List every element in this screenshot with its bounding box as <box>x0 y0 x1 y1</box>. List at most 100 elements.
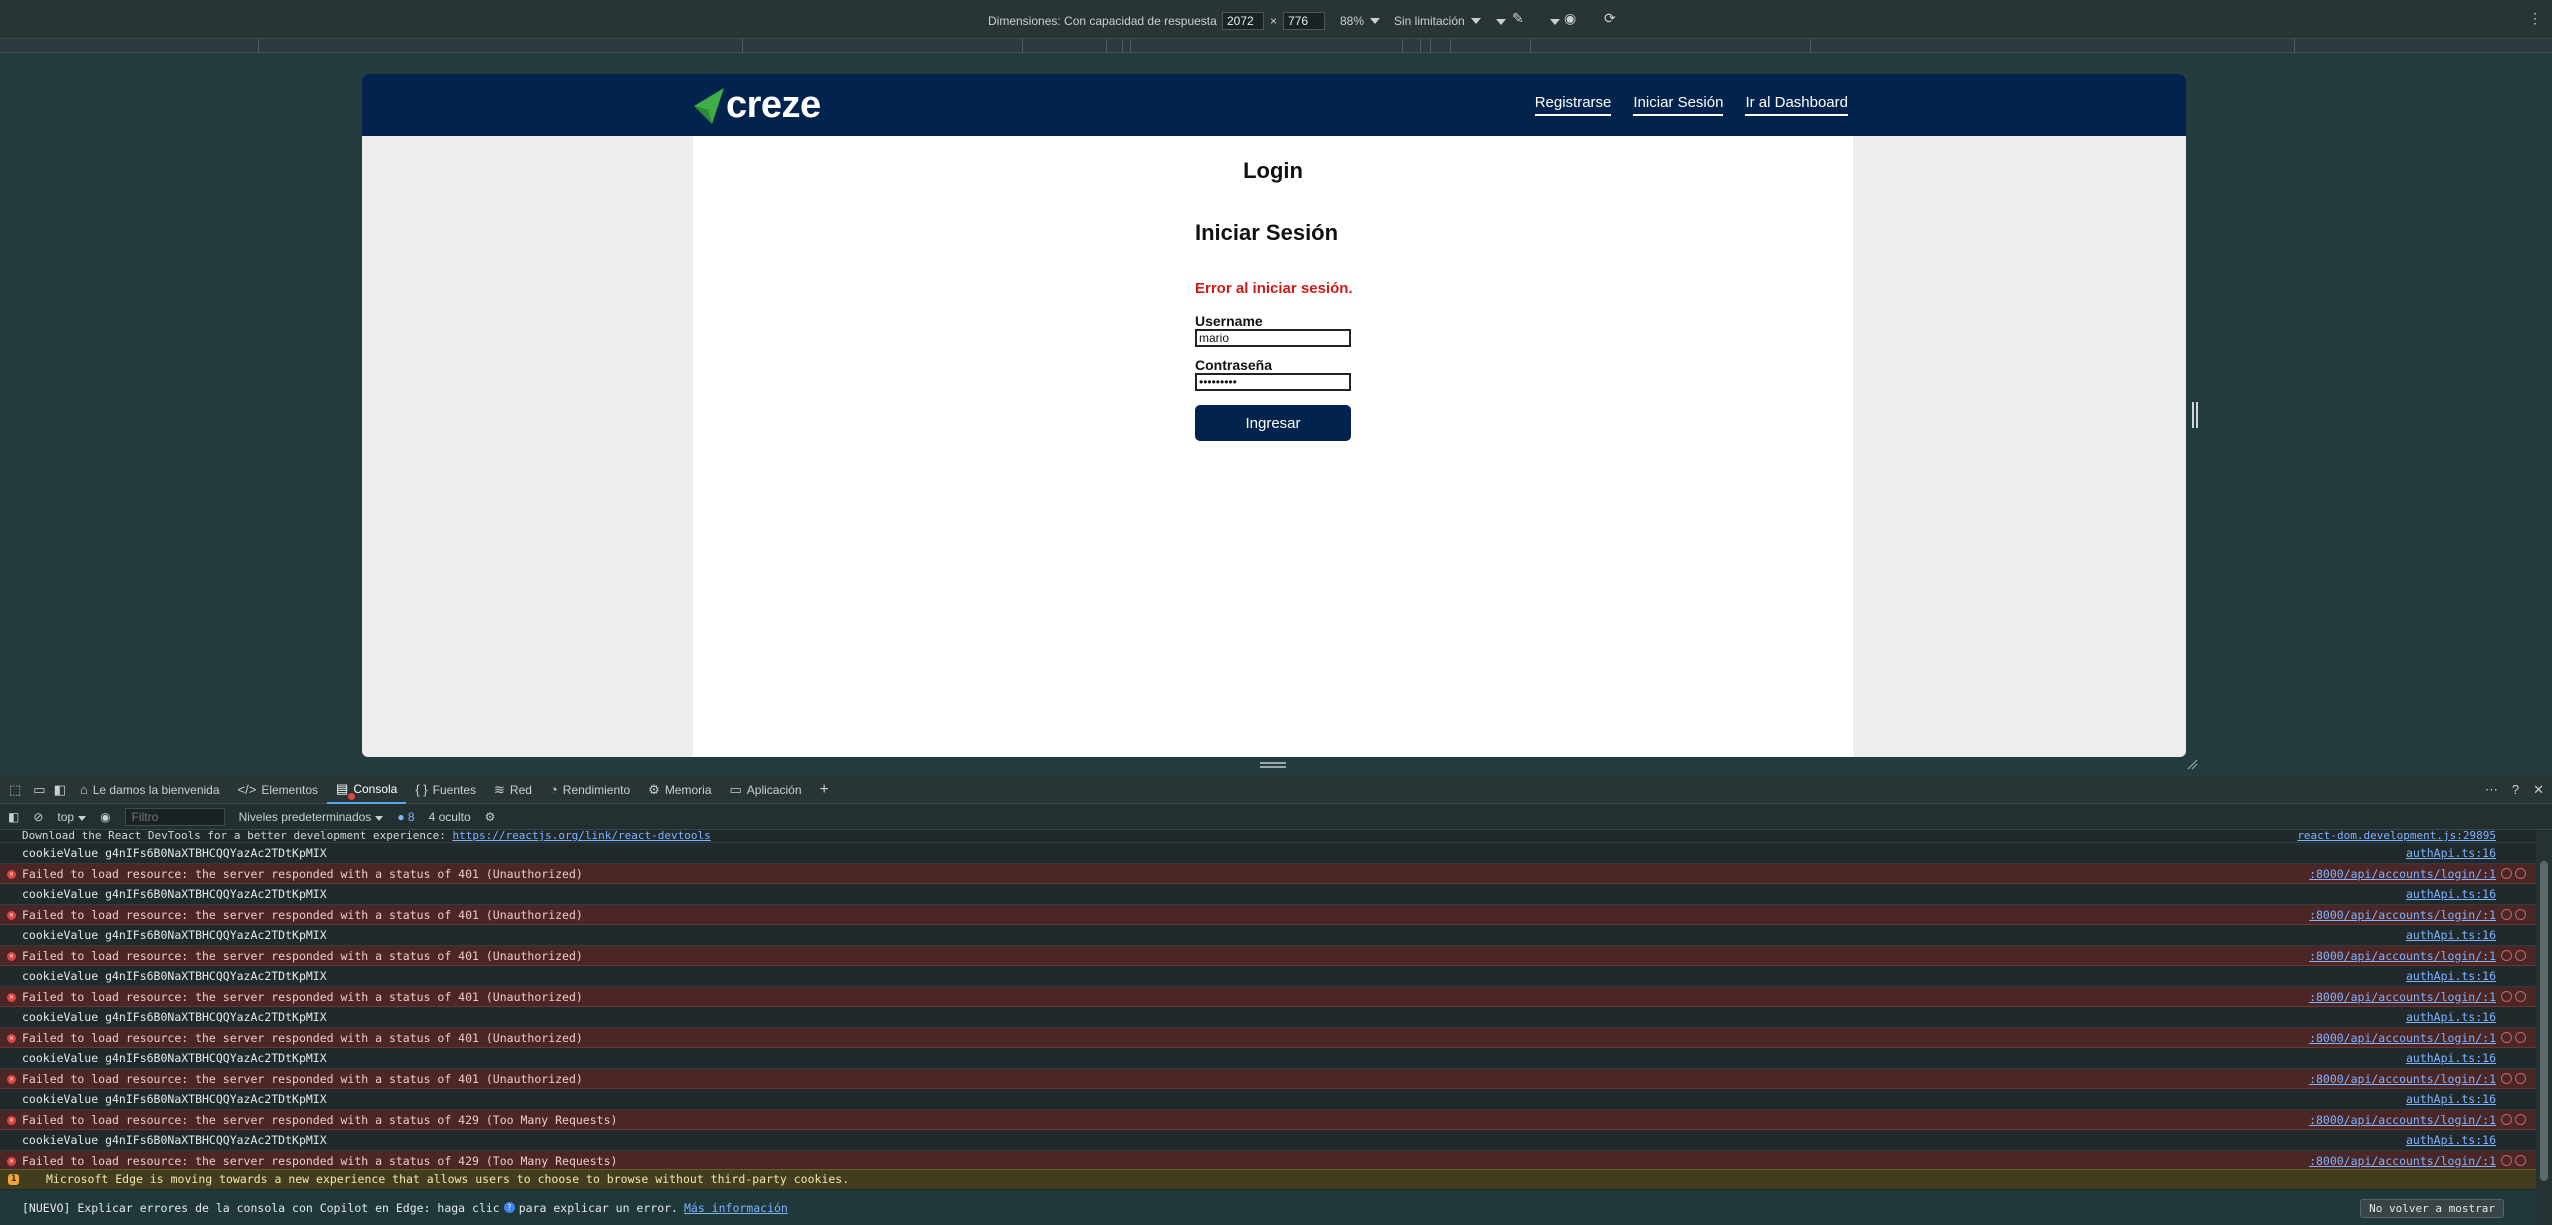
search-web-icon[interactable] <box>2515 908 2526 920</box>
tab-welcome-label: Le damos la bienvenida <box>92 782 220 797</box>
console-source-link[interactable]: authApi.ts:16 <box>2406 1007 2496 1027</box>
search-web-icon[interactable] <box>2515 1072 2526 1084</box>
tab-welcome[interactable]: ⌂ Le damos la bienvenida <box>71 776 229 804</box>
tab-console[interactable]: ▤ Consola <box>327 776 407 804</box>
console-message-text: Failed to load resource: the server resp… <box>22 1153 618 1168</box>
search-web-icon[interactable] <box>2515 1031 2526 1043</box>
console-source-link[interactable]: :8000/api/accounts/login/:1 <box>2309 1110 2496 1130</box>
console-source-link[interactable]: authApi.ts:16 <box>2406 1048 2496 1068</box>
console-log-row: cookieValue g4nIFs6B0NaXTBHCQQYazAc2TDtK… <box>0 925 2536 946</box>
width-input[interactable] <box>1222 12 1264 30</box>
search-web-icon[interactable] <box>2515 1154 2526 1166</box>
pen-icon[interactable]: ✎ <box>1512 10 1524 27</box>
caret-icon[interactable] <box>1496 12 1506 28</box>
search-web-icon[interactable] <box>2515 1113 2526 1125</box>
more-vertical-icon[interactable]: ⋮ <box>2528 10 2542 27</box>
console-settings-icon[interactable]: ⚙ <box>485 810 496 824</box>
console-error-row: ✕ Failed to load resource: the server res… <box>0 1027 2536 1048</box>
close-icon[interactable]: ✕ <box>2533 782 2544 798</box>
tab-network[interactable]: ≋ Red <box>485 776 541 804</box>
copilot-explain-icon[interactable] <box>2501 908 2512 920</box>
console-scrollbar[interactable] <box>2536 831 2552 1225</box>
dimensions-dropdown[interactable]: Dimensiones: Con capacidad de respuesta <box>988 14 1233 28</box>
corner-resize-icon[interactable] <box>2186 758 2198 770</box>
help-icon[interactable]: ? <box>2512 782 2519 798</box>
console-source-link[interactable]: authApi.ts:16 <box>2406 966 2496 986</box>
copilot-explain-icon[interactable] <box>2501 1154 2512 1166</box>
console-message-text: cookieValue g4nIFs6B0NaXTBHCQQYazAc2TDtK… <box>22 887 327 901</box>
copilot-explain-icon[interactable] <box>2501 949 2512 961</box>
console-source-link[interactable]: :8000/api/accounts/login/:1 <box>2309 1069 2496 1089</box>
copilot-explain-icon[interactable] <box>2501 867 2512 879</box>
console-source-link[interactable]: :8000/api/accounts/login/:1 <box>2309 905 2496 925</box>
console-message-text: cookieValue g4nIFs6B0NaXTBHCQQYazAc2TDtK… <box>22 846 327 860</box>
error-actions <box>2501 867 2526 879</box>
password-label: Contraseña <box>1195 357 1273 373</box>
console-source-link[interactable]: authApi.ts:16 <box>2406 1130 2496 1150</box>
devtools-link[interactable]: https://reactjs.org/link/react-devtools <box>452 831 710 842</box>
add-tab-button[interactable]: + <box>811 776 838 804</box>
console-source-link[interactable]: :8000/api/accounts/login/:1 <box>2309 864 2496 884</box>
console-log-row: cookieValue g4nIFs6B0NaXTBHCQQYazAc2TDtK… <box>0 884 2536 905</box>
sidebar-toggle-icon[interactable]: ◧ <box>8 810 19 824</box>
clear-console-icon[interactable]: ⊘ <box>33 810 43 824</box>
login-submit-button[interactable]: Ingresar <box>1195 405 1351 441</box>
error-actions <box>2501 949 2526 961</box>
rotate-icon[interactable]: ⟳ <box>1604 10 1616 27</box>
tab-application[interactable]: ▭ Aplicación <box>721 776 811 804</box>
context-selector[interactable]: top <box>57 810 87 824</box>
tab-memory[interactable]: ⚙ Memoria <box>639 776 720 804</box>
error-indicator-dot <box>348 792 356 800</box>
log-levels-dropdown[interactable]: Niveles predeterminados <box>239 810 384 824</box>
console-source-link[interactable]: authApi.ts:16 <box>2406 884 2496 904</box>
live-expression-icon[interactable]: ◉ <box>100 810 110 824</box>
device-toggle-button[interactable]: ▭ <box>30 776 48 804</box>
scrollbar-thumb[interactable] <box>2540 861 2548 1181</box>
dock-button[interactable]: ◧ <box>49 776 71 804</box>
nav-dashboard-link[interactable]: Ir al Dashboard <box>1745 94 1848 116</box>
console-source-link[interactable]: authApi.ts:16 <box>2406 1089 2496 1109</box>
console-source-link[interactable]: authApi.ts:16 <box>2406 925 2496 945</box>
error-actions <box>2501 1154 2526 1166</box>
viewport-resize-handle-bottom[interactable] <box>1260 762 1286 768</box>
height-input[interactable] <box>1283 12 1326 30</box>
logo-wordmark: creze <box>726 84 821 126</box>
password-input[interactable] <box>1195 373 1351 391</box>
page-title: Login <box>1243 158 1303 183</box>
console-source-link[interactable]: :8000/api/accounts/login/:1 <box>2309 946 2496 966</box>
learn-more-link[interactable]: Más información <box>684 1201 788 1215</box>
username-input[interactable] <box>1195 329 1351 347</box>
creze-logo[interactable]: creze <box>692 84 821 127</box>
console-source-link[interactable]: react-dom.development.js:29895 <box>2297 831 2496 841</box>
console-icon: ▤ <box>336 780 349 796</box>
copilot-explain-icon[interactable] <box>2501 1113 2512 1125</box>
search-web-icon[interactable] <box>2515 990 2526 1002</box>
issues-count-badge[interactable]: ● 8 <box>397 810 414 824</box>
plus-icon: + <box>819 780 829 798</box>
tab-sources[interactable]: { } Fuentes <box>406 776 485 804</box>
copilot-explain-icon[interactable] <box>2501 990 2512 1002</box>
tab-sources-label: Fuentes <box>432 782 476 797</box>
copilot-explain-icon[interactable] <box>2501 1072 2512 1084</box>
console-filter-input[interactable] <box>124 807 225 826</box>
viewport-resize-handle-right[interactable] <box>2192 402 2198 428</box>
inspect-element-button[interactable]: ⬚ <box>0 776 30 804</box>
eye-icon[interactable]: ◉ <box>1564 10 1576 27</box>
console-source-link[interactable]: :8000/api/accounts/login/:1 <box>2309 987 2496 1007</box>
search-web-icon[interactable] <box>2515 867 2526 879</box>
console-source-link[interactable]: authApi.ts:16 <box>2406 843 2496 863</box>
caret-icon[interactable] <box>1550 12 1560 28</box>
error-icon: ✕ <box>7 1033 16 1043</box>
dont-show-again-button[interactable]: No volver a mostrar <box>2360 1199 2504 1218</box>
nav-register-link[interactable]: Registrarse <box>1534 94 1612 116</box>
nav-login-link[interactable]: Iniciar Sesión <box>1633 94 1724 116</box>
console-source-link[interactable]: :8000/api/accounts/login/:1 <box>2309 1028 2496 1048</box>
more-horizontal-icon[interactable]: ⋯ <box>2485 782 2498 798</box>
copilot-explain-icon[interactable] <box>2501 1031 2512 1043</box>
console-source-link[interactable]: :8000/api/accounts/login/:1 <box>2309 1151 2496 1170</box>
tab-performance[interactable]: ◔ Rendimiento <box>541 776 639 804</box>
zoom-dropdown[interactable]: 88% <box>1340 14 1381 28</box>
search-web-icon[interactable] <box>2515 949 2526 961</box>
tab-elements[interactable]: </> Elementos <box>229 776 328 804</box>
throttle-dropdown[interactable]: Sin limitación <box>1394 14 1481 28</box>
